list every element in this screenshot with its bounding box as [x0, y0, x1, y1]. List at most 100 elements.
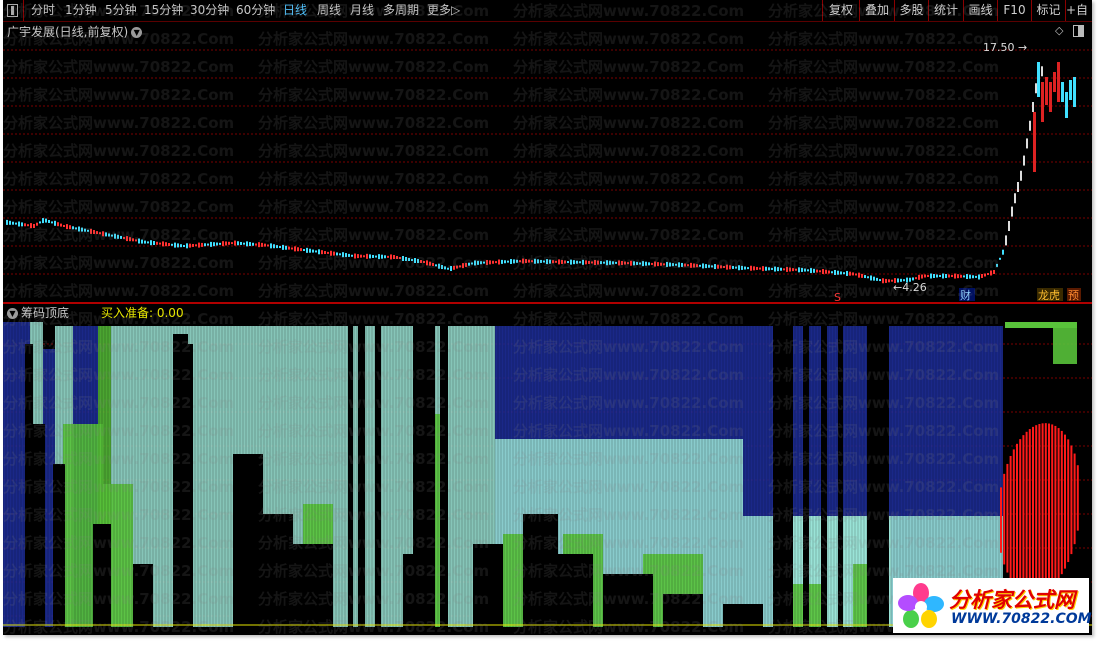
- period-tab-intraday[interactable]: 分时: [31, 2, 55, 19]
- candle: [489, 260, 491, 265]
- candle: [534, 258, 536, 264]
- candle: [390, 254, 392, 260]
- restore-icon[interactable]: [1073, 25, 1084, 37]
- chip-gap: [348, 324, 353, 635]
- candle: [327, 251, 329, 254]
- candle: [660, 262, 662, 266]
- candle: [594, 260, 596, 266]
- candle: [1057, 62, 1060, 102]
- draw-line-button[interactable]: 画线: [964, 2, 997, 19]
- candle: [1069, 80, 1072, 100]
- candle: [510, 259, 512, 265]
- period-tab-daily[interactable]: 日线: [283, 2, 307, 19]
- period-tab-1min[interactable]: 1分钟: [65, 2, 97, 19]
- candle: [1033, 112, 1036, 172]
- candle: [528, 259, 530, 263]
- f10-button[interactable]: F10: [998, 2, 1031, 19]
- overlay-button[interactable]: 叠加: [860, 2, 894, 19]
- candle: [672, 263, 674, 267]
- candle: [486, 259, 488, 265]
- candle: [471, 262, 473, 265]
- price-chart[interactable]: 17.50 → ←4.26 S 财 龙虎预: [3, 22, 1092, 302]
- period-tab-more[interactable]: 更多▷: [427, 2, 460, 19]
- candle: [1061, 82, 1064, 102]
- candle: [474, 260, 476, 266]
- period-tab-15min[interactable]: 15分钟: [144, 2, 183, 19]
- candle: [849, 271, 851, 276]
- candle: [126, 236, 128, 242]
- candle: [324, 251, 326, 255]
- candle: [399, 257, 401, 259]
- price-chart-panel[interactable]: 17.50 → ←4.26 S 财 龙虎预 广宇发展(日线,前复权) ▼ ◇: [3, 22, 1092, 302]
- period-tab-monthly[interactable]: 月线: [350, 2, 374, 19]
- red-chip-bar: [1025, 431, 1028, 594]
- candle: [768, 267, 770, 271]
- candle: [513, 259, 515, 264]
- period-tab-weekly[interactable]: 周线: [317, 2, 341, 19]
- candle: [492, 260, 494, 264]
- chip-block: [1005, 322, 1077, 328]
- candle: [72, 226, 74, 230]
- candle: [1005, 235, 1007, 246]
- candle: [975, 275, 977, 278]
- multi-stock-button[interactable]: 多股: [895, 2, 928, 19]
- candle: [54, 220, 56, 226]
- candle: [828, 270, 830, 274]
- candle: [675, 263, 677, 266]
- candle: [501, 259, 503, 264]
- red-chip-bar: [1038, 424, 1041, 594]
- custom-button[interactable]: +自: [1066, 2, 1092, 19]
- period-tab-5min[interactable]: 5分钟: [105, 2, 137, 19]
- mark-button[interactable]: 标记: [1032, 2, 1065, 19]
- candle: [681, 262, 683, 267]
- candle: [729, 265, 731, 270]
- menu-icon[interactable]: [7, 4, 18, 17]
- period-tab-60min[interactable]: 60分钟: [236, 2, 275, 19]
- candle: [546, 259, 548, 265]
- candle: [567, 261, 569, 264]
- toolbar-separator: [23, 0, 24, 21]
- candle: [759, 267, 761, 270]
- candle: [129, 237, 131, 242]
- candle: [879, 279, 881, 282]
- candle: [858, 272, 860, 278]
- candle: [744, 266, 746, 270]
- candle: [1041, 66, 1043, 77]
- candle: [576, 260, 578, 264]
- candle: [714, 264, 716, 270]
- candle: [387, 255, 389, 258]
- candle: [570, 259, 572, 265]
- high-price-label: 17.50 →: [983, 41, 1027, 54]
- candle: [585, 260, 587, 265]
- candle: [1011, 206, 1013, 217]
- candle: [333, 251, 335, 256]
- candle: [990, 270, 992, 276]
- period-tab-multi[interactable]: 多周期: [383, 2, 419, 19]
- statistics-button[interactable]: 统计: [929, 2, 963, 19]
- candle: [1065, 92, 1068, 118]
- candle: [615, 261, 617, 264]
- candle: [987, 273, 989, 275]
- candle: [951, 275, 953, 277]
- candle: [315, 250, 317, 253]
- candle: [699, 264, 701, 267]
- candle: [948, 274, 950, 278]
- candle: [246, 241, 248, 247]
- chip-gap: [358, 324, 365, 635]
- red-chip-bar: [1028, 429, 1031, 595]
- candle: [300, 248, 302, 252]
- candle: [516, 259, 518, 263]
- chevron-down-icon[interactable]: ▼: [7, 308, 18, 319]
- red-chip-bar: [1057, 428, 1060, 579]
- adjust-button[interactable]: 复权: [823, 2, 859, 19]
- candle: [531, 260, 533, 263]
- candle: [978, 274, 980, 280]
- candle: [963, 275, 965, 278]
- candle: [228, 241, 230, 245]
- period-tab-30min[interactable]: 30分钟: [190, 2, 229, 19]
- chevron-down-icon[interactable]: ▼: [131, 27, 143, 38]
- candle: [339, 253, 341, 256]
- candle: [549, 259, 551, 264]
- diamond-icon[interactable]: ◇: [1055, 24, 1063, 37]
- candle: [1029, 120, 1031, 131]
